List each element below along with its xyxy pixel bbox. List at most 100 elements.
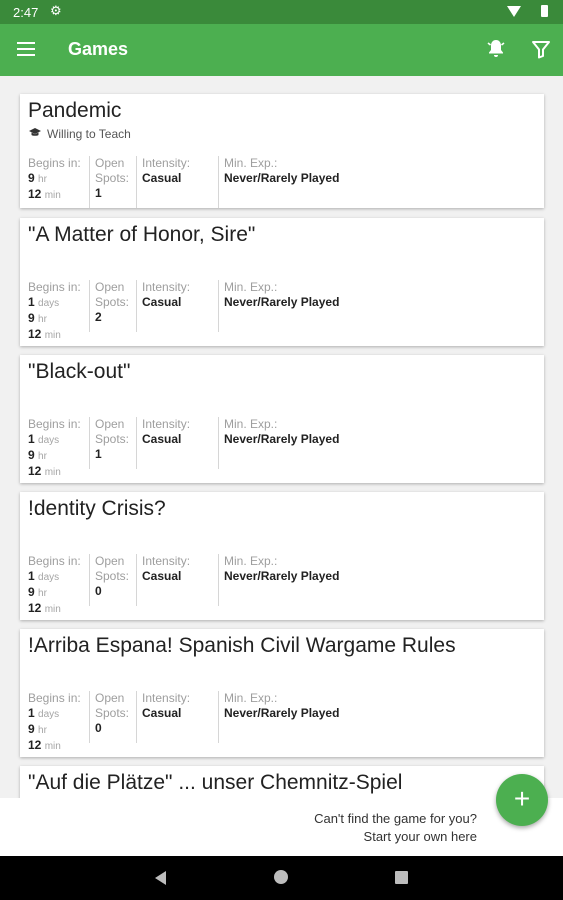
min-experience: Min. Exp.: Never/Rarely Played (218, 417, 424, 469)
add-game-button[interactable]: + (496, 774, 548, 826)
begins-in: Begins in: 9 hr 12 min (28, 156, 88, 208)
min-exp-label: Min. Exp.: (224, 554, 278, 568)
battery-icon (541, 5, 548, 17)
begins-minutes-value: 12 (28, 738, 42, 752)
begins-hours-value: 9 (28, 722, 35, 736)
game-card[interactable]: !dentity Crisis? Begins in: 1 days 9 hr 12 m… (20, 492, 544, 620)
open-spots: Open Spots: 0 (89, 554, 141, 606)
recent-apps-icon[interactable] (395, 871, 408, 884)
begins-in: Begins in: 1 days 9 hr 12 min (28, 691, 88, 752)
begins-in-label: Begins in: (28, 417, 81, 431)
create-game-prompt[interactable]: Can't find the game for you? Start your … (314, 810, 477, 846)
begins-hours-unit: hr (38, 451, 47, 462)
min-experience: Min. Exp.: Never/Rarely Played (218, 554, 424, 606)
game-card[interactable]: Pandemic Willing to Teach Begins in: 9 hr 12… (20, 94, 544, 208)
begins-hours: 9 hr (28, 311, 88, 327)
begins-in-label: Begins in: (28, 554, 81, 568)
menu-icon[interactable] (17, 42, 35, 56)
begins-minutes: 12 min (28, 327, 88, 343)
begins-days: 1 days (28, 569, 88, 585)
min-exp-value: Never/Rarely Played (224, 171, 340, 185)
intensity: Intensity: Casual (136, 280, 220, 332)
back-icon[interactable] (155, 871, 166, 885)
begins-hours: 9 hr (28, 722, 88, 738)
intensity-label: Intensity: (142, 280, 191, 294)
page-title: Games (68, 39, 129, 59)
begins-days-unit: days (38, 435, 60, 446)
open-label: Open (95, 280, 125, 294)
begins-hours-unit: hr (38, 314, 47, 325)
begins-hours: 9 hr (28, 171, 88, 187)
min-exp-value: Never/Rarely Played (224, 432, 340, 446)
gear-icon: ⚙ (50, 3, 62, 18)
begins-days-value: 1 (28, 432, 35, 446)
open-label: Open (95, 691, 125, 705)
app-bar: Games (0, 24, 563, 76)
begins-days: 1 days (28, 295, 88, 311)
game-card[interactable]: "Black-out" Begins in: 1 days 9 hr 12 min Ope… (20, 355, 544, 483)
begins-hours-unit: hr (38, 725, 47, 736)
open-spots: Open Spots: 0 (89, 691, 141, 743)
begins-days-value: 1 (28, 706, 35, 720)
begins-days-unit: days (38, 709, 60, 720)
home-icon[interactable] (274, 870, 288, 884)
game-card[interactable]: "A Matter of Honor, Sire" Begins in: 1 day… (20, 218, 544, 346)
game-title: !dentity Crisis? (28, 497, 166, 520)
min-exp-value: Never/Rarely Played (224, 295, 340, 309)
game-title: "Auf die Plätze" ... unser Chemnitz-Spie… (28, 771, 403, 794)
spots-label: Spots: (95, 706, 130, 720)
game-card[interactable]: "Auf die Plätze" ... unser Chemnitz-Spie… (20, 766, 544, 798)
open-spots-value: 0 (95, 721, 102, 735)
status-bar: 2:47 ⚙ (0, 0, 563, 24)
begins-in: Begins in: 1 days 9 hr 12 min (28, 280, 88, 341)
intensity-value: Casual (142, 171, 182, 185)
game-title: "A Matter of Honor, Sire" (28, 223, 256, 246)
begins-days-value: 1 (28, 569, 35, 583)
begins-days-unit: days (38, 298, 60, 309)
begins-days-unit: days (38, 572, 60, 583)
begins-hours-unit: hr (38, 588, 47, 599)
begins-minutes-value: 12 (28, 187, 42, 201)
wifi-icon (507, 6, 521, 17)
spots-label: Spots: (95, 171, 130, 185)
filter-icon[interactable] (529, 37, 553, 61)
game-title: !Arriba Espana! Spanish Civil Wargame Ru… (28, 634, 456, 657)
intensity: Intensity: Casual (136, 691, 220, 743)
open-spots: Open Spots: 2 (89, 280, 141, 332)
intensity: Intensity: Casual (136, 554, 220, 606)
min-exp-label: Min. Exp.: (224, 691, 278, 705)
min-experience: Min. Exp.: Never/Rarely Played (218, 280, 424, 332)
willing-to-teach: Willing to Teach (29, 127, 131, 141)
games-list[interactable]: Pandemic Willing to Teach Begins in: 9 hr 12… (0, 76, 563, 798)
status-time: 2:47 (13, 5, 39, 20)
game-card[interactable]: !Arriba Espana! Spanish Civil Wargame Ru… (20, 629, 544, 757)
begins-minutes-unit: min (44, 467, 61, 478)
begins-hours-unit: hr (38, 174, 47, 185)
create-prompt-line1: Can't find the game for you? (314, 811, 477, 826)
intensity-value: Casual (142, 706, 182, 720)
spots-label: Spots: (95, 432, 130, 446)
begins-minutes-unit: min (44, 330, 61, 341)
create-prompt-line2: Start your own here (363, 829, 477, 844)
min-experience: Min. Exp.: Never/Rarely Played (218, 691, 424, 743)
intensity-value: Casual (142, 569, 182, 583)
begins-in: Begins in: 1 days 9 hr 12 min (28, 554, 88, 615)
open-spots-value: 0 (95, 584, 102, 598)
begins-days-value: 1 (28, 295, 35, 309)
open-spots-value: 2 (95, 310, 102, 324)
begins-in-label: Begins in: (28, 156, 81, 170)
begins-minutes-value: 12 (28, 327, 42, 341)
create-game-bar: Can't find the game for you? Start your … (0, 798, 563, 856)
begins-days: 1 days (28, 432, 88, 448)
graduation-cap-icon (29, 127, 41, 141)
begins-minutes-value: 12 (28, 601, 42, 615)
min-exp-label: Min. Exp.: (224, 156, 278, 170)
notification-bell-icon[interactable] (484, 37, 508, 61)
begins-hours-value: 9 (28, 448, 35, 462)
begins-minutes-unit: min (44, 190, 61, 201)
begins-minutes: 12 min (28, 464, 88, 480)
intensity-label: Intensity: (142, 554, 191, 568)
game-title: Pandemic (28, 99, 122, 122)
game-title: "Black-out" (28, 360, 131, 383)
min-experience: Min. Exp.: Never/Rarely Played (218, 156, 424, 208)
